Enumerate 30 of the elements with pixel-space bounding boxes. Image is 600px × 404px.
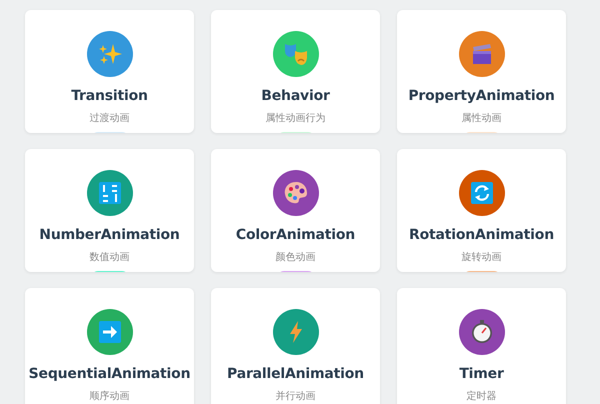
card-title: RotationAnimation (409, 227, 554, 243)
animation-card[interactable]: ColorAnimation 颜色动画 (211, 149, 380, 272)
refresh-icon (468, 180, 494, 206)
card-title: SequentialAnimation (28, 366, 190, 382)
palette-icon (282, 180, 308, 206)
card-subtitle: 旋转动画 (462, 250, 502, 264)
card-subtitle: 过渡动画 (90, 112, 130, 125)
card-title: ColorAnimation (236, 227, 356, 243)
theater-masks-icon (282, 41, 308, 67)
animation-card[interactable]: PropertyAnimation 属性动画 (397, 10, 566, 133)
card-subtitle: 并行动画 (276, 390, 316, 403)
animation-card[interactable]: Transition 过渡动画 (25, 10, 194, 133)
card-title: NumberAnimation (39, 227, 180, 243)
card-subtitle: 颜色动画 (276, 250, 316, 264)
animation-card[interactable]: RotationAnimation 旋转动画 (397, 149, 566, 272)
card-title: Timer (459, 366, 504, 382)
card-title: Transition (71, 88, 148, 104)
card-subtitle: 定时器 (466, 390, 496, 403)
animation-card[interactable]: Behavior 属性动画行为 (211, 10, 380, 133)
card-subtitle: 顺序动画 (90, 390, 130, 403)
animation-card[interactable]: Timer 定时器 (397, 288, 566, 404)
card-subtitle: 数值动画 (90, 251, 130, 264)
card-title: ParallelAnimation (227, 366, 364, 382)
animation-card[interactable]: SequentialAnimation 顺序动画 (25, 288, 194, 404)
card-title: Behavior (261, 88, 330, 104)
card-subtitle: 属性动画 (462, 112, 502, 125)
animation-card[interactable]: ParallelAnimation 并行动画 (211, 288, 380, 404)
card-subtitle: 属性动画行为 (266, 112, 326, 125)
animation-card[interactable]: NumberAnimation 数值动画 (25, 149, 194, 272)
card-title: PropertyAnimation (408, 88, 555, 104)
